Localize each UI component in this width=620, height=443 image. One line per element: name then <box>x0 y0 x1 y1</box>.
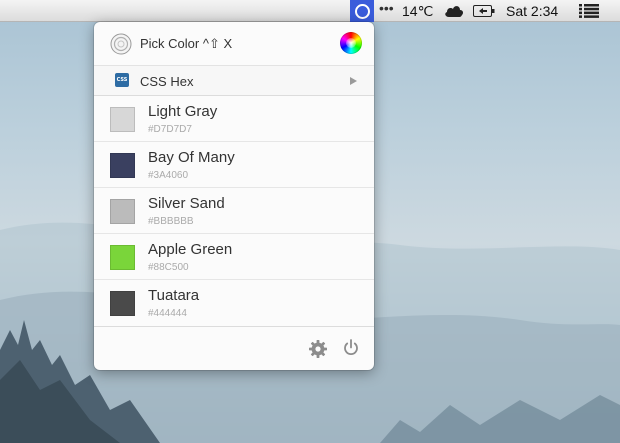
color-swatch <box>110 291 135 316</box>
color-hex: #D7D7D7 <box>148 124 192 135</box>
color-item[interactable]: Silver Sand #BBBBBB <box>94 188 374 234</box>
color-item[interactable]: Bay Of Many #3A4060 <box>94 142 374 188</box>
color-history-list: Light Gray #D7D7D7 Bay Of Many #3A4060 S… <box>94 96 374 326</box>
menubar: ••• 14℃ Sat 2:34 <box>0 0 620 22</box>
color-name: Bay Of Many <box>148 149 235 166</box>
clock[interactable]: Sat 2:34 <box>506 0 558 22</box>
temperature-status[interactable]: 14℃ <box>402 0 433 22</box>
color-swatch <box>110 245 135 270</box>
divider <box>94 326 374 327</box>
color-item[interactable]: Tuatara #444444 <box>94 280 374 326</box>
cloud-icon[interactable] <box>444 4 464 18</box>
menubar-dots[interactable]: ••• <box>379 0 394 19</box>
pick-color-row[interactable]: Pick Color ^⇧ X <box>94 22 374 66</box>
color-item[interactable]: Apple Green #88C500 <box>94 234 374 280</box>
color-name: Silver Sand <box>148 195 225 212</box>
color-hex: #3A4060 <box>148 170 189 181</box>
battery-icon[interactable] <box>473 5 495 17</box>
color-picker-app-icon[interactable] <box>350 0 374 22</box>
target-icon <box>110 33 132 55</box>
color-picker-popover: Pick Color ^⇧ X CSS CSS Hex Light Gray #… <box>94 22 374 370</box>
color-item[interactable]: Light Gray #D7D7D7 <box>94 96 374 142</box>
color-hex: #444444 <box>148 308 187 319</box>
css-file-icon: CSS <box>115 73 129 87</box>
format-selector[interactable]: CSS CSS Hex <box>94 66 374 96</box>
color-name: Tuatara <box>148 287 200 304</box>
color-wheel-icon[interactable] <box>340 32 362 54</box>
gear-icon[interactable] <box>309 340 327 358</box>
power-icon[interactable] <box>343 339 359 357</box>
list-icon[interactable] <box>579 4 599 18</box>
color-swatch <box>110 153 135 178</box>
popover-footer <box>94 326 374 370</box>
color-swatch <box>110 107 135 132</box>
color-name: Light Gray <box>148 103 218 120</box>
pick-color-label: Pick Color ^⇧ X <box>140 36 233 51</box>
format-label: CSS Hex <box>140 74 194 89</box>
color-hex: #BBBBBB <box>148 216 194 227</box>
color-name: Apple Green <box>148 241 233 258</box>
submenu-arrow-icon <box>350 77 357 85</box>
color-swatch <box>110 199 135 224</box>
color-hex: #88C500 <box>148 262 189 273</box>
